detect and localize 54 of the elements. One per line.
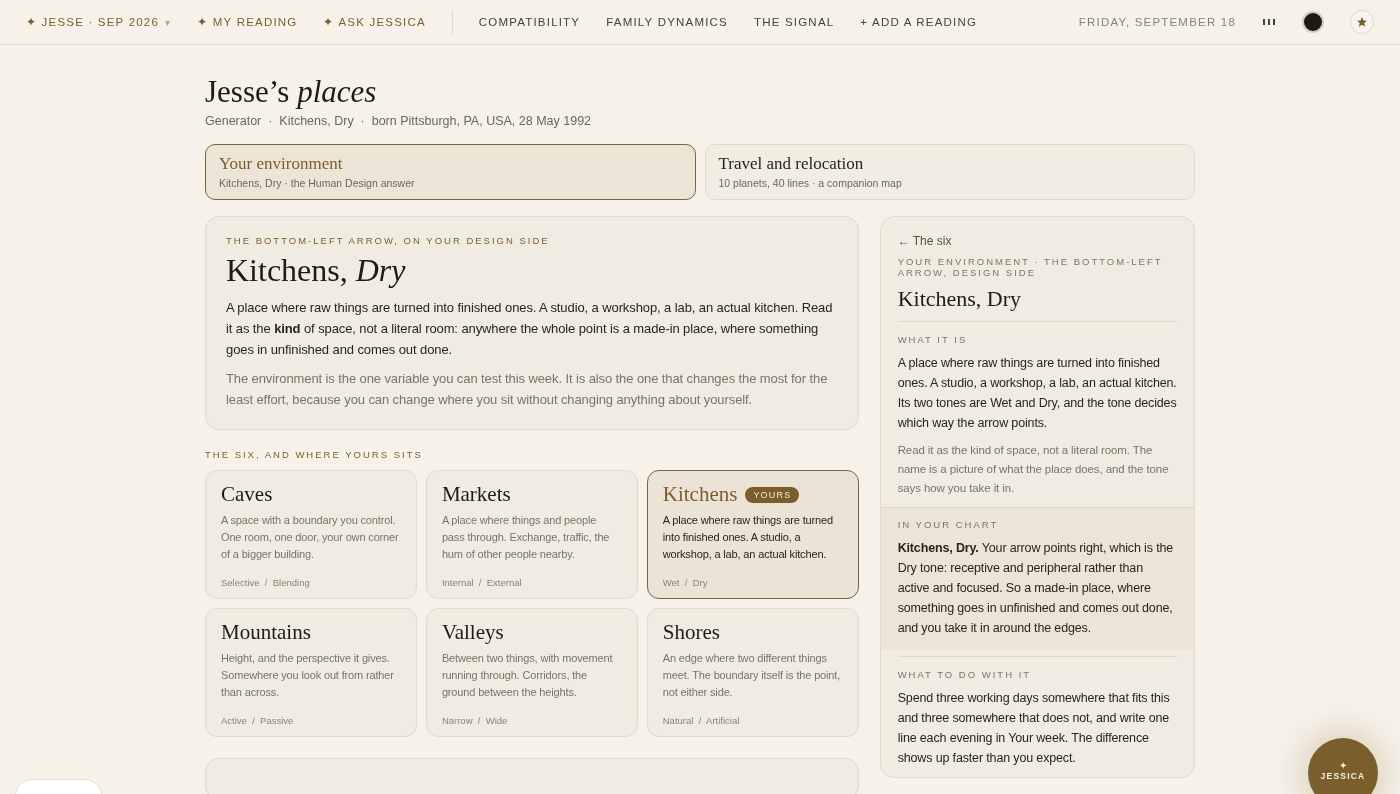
nav-link[interactable]: + ADD A READING (860, 16, 978, 28)
place-card[interactable]: Valleys Between two things, with movement running through. Corridors, the ground between the heights. Narrow / Wide (425, 608, 638, 738)
place-name: Kitchens (662, 482, 738, 508)
card-note: The environment is the one variable you can test this week. It is also the one that changes the most for the least effort, because you can change where you sit without changing anything about yourself. (226, 370, 829, 410)
place-card[interactable]: Kitchens YOURS A place where raw things are turned into finished ones. A studio, a workshop, a lab, an actual kitchen. Wet / Dry (646, 470, 859, 600)
place-tones: Internal / External (441, 577, 522, 589)
place-description: Height, and the perspective it gives. Somewhere you look out from rather than across. (221, 651, 395, 701)
place-tones: Narrow / Wide (441, 715, 508, 727)
place-tones: Active / Passive (221, 715, 294, 727)
section-body: Spend three working days somewhere that fits this and three somewhere that does not, and write one line each evening in Your week. The difference shows up faster than you expect. (897, 690, 1171, 768)
place-card[interactable]: Caves A space with a boundary you control. One room, one door, your own corner of a bigger building. Selective / Blending (205, 470, 417, 600)
place-description: A place where raw things are turned into finished ones. A studio, a workshop, a lab, an actual kitchen. (662, 513, 834, 563)
section-label: WHAT TO DO WITH IT (897, 669, 1033, 681)
nav-link[interactable]: ✦ ASK JESSICA (323, 15, 426, 29)
place-description: A space with a boundary you control. One room, one door, your own corner of a bigger building. (221, 513, 400, 563)
section-body: Kitchens, Dry. Your arrow points right, which is the Dry tone: receptive and peripheral rather than active and focused. So a made-in place, where something goes in unfinished and comes out done, and you take it in around the edges. (897, 540, 1175, 638)
card-eyebrow: THE BOTTOM-LEFT ARROW, ON YOUR DESIGN SIDE (226, 235, 551, 247)
place-description: An edge where two different things meet. The boundary itself is the point, not either side. (662, 651, 842, 701)
panel-title: Kitchens, Dry (897, 286, 1177, 323)
place-name: Mountains (221, 620, 311, 646)
nav-link[interactable]: ✦ MY READING (197, 15, 298, 29)
nav-link[interactable]: THE SIGNAL (753, 16, 835, 28)
tab[interactable]: Your environment Kitchens, Dry · the Human Design answer (205, 144, 696, 201)
place-name: Markets (441, 482, 511, 508)
caret-icon: ▾ (165, 16, 172, 28)
page-title: Jesse’s places (205, 73, 378, 111)
place-name: Caves (221, 482, 273, 508)
place-description: A place where things and people pass through. Exchange, traffic, the hum of other people nearby. (441, 513, 611, 563)
place-card[interactable]: Markets A place where things and people pass through. Exchange, traffic, the hum of other people nearby. Internal / External (425, 470, 638, 600)
back-link[interactable]: ← The six (897, 234, 952, 249)
page-subtitle: Generator · Kitchens, Dry · born Pittsburgh, PA, USA, 28 May 1992 (205, 114, 593, 129)
section-note: Read it as the kind of space, not a literal room. The name is a picture of what the place does, and the tone says how you take it in. (897, 443, 1170, 497)
tab[interactable]: Travel and relocation 10 planets, 40 lines · a companion map (704, 144, 1195, 201)
card-body: A place where raw things are turned into finished ones. A studio, a workshop, a lab, an actual kitchen. Read it as the kind of space, not a literal room: anywhere the whole point is a made-in place, where something goes in unfinished and comes out done. (226, 299, 834, 360)
section-label: WHAT IT IS (897, 334, 969, 346)
place-name: Valleys (441, 620, 504, 646)
assistant-button[interactable]: ✦ JESSICA (1308, 738, 1378, 794)
section-label: THE SIX, AND WHERE YOURS SITS (205, 449, 424, 461)
place-tones: Selective / Blending (221, 577, 310, 589)
account-menu[interactable]: ✦ JESSE · SEP 2026 (26, 15, 160, 29)
place-card[interactable]: Mountains Height, and the perspective it gives. Somewhere you look out from rather than across. Active / Passive (205, 608, 417, 738)
place-name: Shores (662, 620, 720, 646)
yours-badge: YOURS (745, 486, 800, 503)
nav-link[interactable]: COMPATIBILITY (478, 16, 581, 28)
nav-link[interactable]: FAMILY DYNAMICS (606, 16, 728, 28)
date-label: FRIDAY, SEPTEMBER 18 (1078, 16, 1236, 28)
panel-eyebrow: YOUR ENVIRONMENT · THE BOTTOM-LEFT ARROW, DESIGN SIDE (897, 256, 1164, 279)
place-tones: Natural / Artificial (662, 715, 740, 727)
place-card[interactable]: Shores An edge where two different things meet. The boundary itself is the point, not either side. Natural / Artificial (646, 608, 859, 738)
place-tones: Wet / Dry (662, 577, 708, 589)
section-body: A place where raw things are turned into finished ones. A studio, a workshop, a lab, an actual kitchen. Its two tones are Wet and Dry, and the tone decides which way the arrow points. (897, 355, 1177, 433)
place-description: Between two things, with movement running through. Corridors, the ground between the heights. (441, 651, 614, 701)
card-title: Kitchens, Dry (226, 252, 407, 290)
section-label: IN YOUR CHART (897, 519, 1000, 531)
